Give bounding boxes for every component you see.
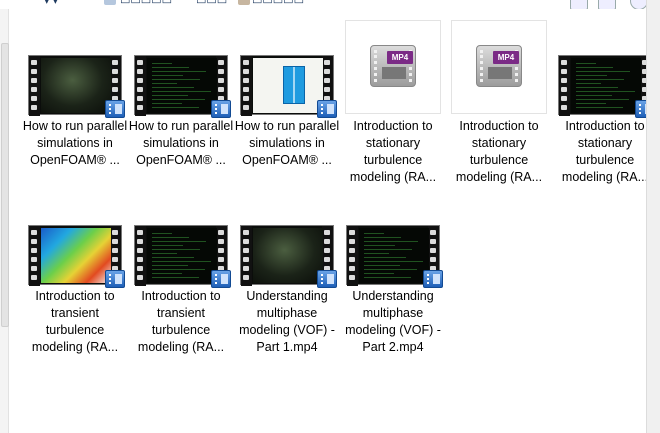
file-item[interactable]: MP4 Introduction to stationary turbulence… (446, 20, 552, 190)
organize-icon[interactable] (104, 0, 116, 5)
file-item[interactable]: How to run parallel simulations in OpenF… (234, 20, 340, 190)
file-name: Understanding multiphase modeling (VOF) … (345, 289, 441, 354)
film-sprocket (29, 56, 40, 116)
film-sprocket (347, 226, 358, 286)
video-file-icon (211, 100, 231, 118)
mp4-file-icon-frame: MP4 (345, 20, 441, 114)
file-item[interactable]: Introduction to stationary turbulence mo… (552, 20, 658, 190)
video-file-icon (211, 270, 231, 288)
file-item[interactable]: How to run parallel simulations in OpenF… (22, 20, 128, 190)
file-name: Introduction to stationary turbulence mo… (349, 119, 437, 184)
toolbar-item-new-folder[interactable]: ▭▭▭▭▭ (252, 0, 304, 7)
mp4-badge: MP4 (387, 51, 413, 64)
video-frame (253, 228, 323, 283)
mp4-badge: MP4 (493, 51, 519, 64)
video-frame (41, 58, 111, 113)
navigation-scrollbar[interactable] (0, 9, 9, 433)
film-sprocket (29, 226, 40, 286)
mp4-file-icon: MP4 (476, 45, 522, 87)
preview-pane-icon[interactable] (598, 0, 616, 9)
video-file-icon (317, 270, 337, 288)
file-name: How to run parallel simulations in OpenF… (22, 119, 128, 167)
video-file-icon (317, 100, 337, 118)
video-frame (571, 58, 641, 113)
file-name: Introduction to stationary turbulence mo… (561, 119, 649, 184)
file-name: Understanding multiphase modeling (VOF) … (239, 289, 335, 354)
file-item[interactable]: How to run parallel simulations in OpenF… (128, 20, 234, 190)
video-frame (253, 58, 323, 113)
toolbar-item-share[interactable]: ▭▭▭ (196, 0, 227, 7)
view-options-icon[interactable] (570, 0, 588, 9)
file-name: Introduction to stationary turbulence mo… (455, 119, 543, 184)
mp4-file-icon-frame: MP4 (451, 20, 547, 114)
video-frame (359, 228, 429, 283)
video-frame (147, 58, 217, 113)
file-item[interactable]: Understanding multiphase modeling (VOF) … (234, 190, 340, 360)
video-frame (41, 228, 111, 283)
file-name: How to run parallel simulations in OpenF… (234, 119, 340, 167)
file-name: Introduction to transient turbulence mod… (137, 289, 225, 354)
film-sprocket (241, 56, 252, 116)
toolbar-item-organize[interactable]: ▭▭▭▭▭ (120, 0, 172, 7)
film-sprocket (559, 56, 570, 116)
film-sprocket (135, 226, 146, 286)
file-item[interactable]: MP4 Introduction to stationary turbulence… (340, 20, 446, 190)
burn-icon[interactable] (238, 0, 250, 5)
video-file-icon (423, 270, 443, 288)
mp4-file-icon: MP4 (370, 45, 416, 87)
video-file-icon (105, 270, 125, 288)
film-sprocket (135, 56, 146, 116)
video-frame (147, 228, 217, 283)
navigation-scroll-thumb[interactable] (1, 43, 9, 327)
file-item[interactable]: Understanding multiphase modeling (VOF) … (340, 190, 446, 360)
file-item[interactable]: Introduction to transient turbulence mod… (22, 190, 128, 360)
video-file-icon (105, 100, 125, 118)
toolbar: ▾ ▾ ▭▭▭▭▭ ▭▭▭ ▭▭▭▭▭ (0, 0, 660, 9)
vertical-scrollbar[interactable] (646, 0, 660, 433)
film-sprocket (241, 226, 252, 286)
file-item[interactable]: Introduction to transient turbulence mod… (128, 190, 234, 360)
file-name: Introduction to transient turbulence mod… (31, 289, 119, 354)
file-name: How to run parallel simulations in OpenF… (128, 119, 234, 167)
toolbar-item-back[interactable]: ▾ ▾ (44, 0, 58, 7)
file-list-pane: How to run parallel simulations in OpenF… (0, 9, 655, 433)
